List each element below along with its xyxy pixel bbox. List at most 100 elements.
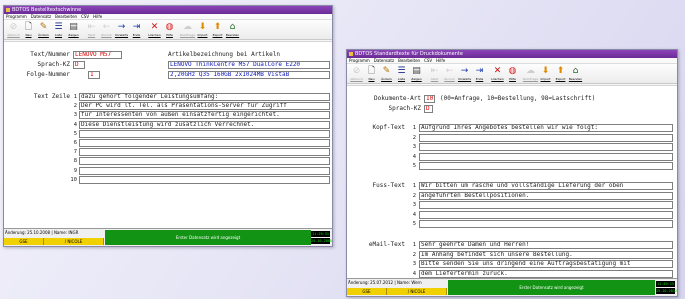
toolbar-hilfe-button[interactable]: ◍ Hilfe (505, 64, 520, 83)
text-line-input[interactable] (79, 166, 330, 175)
toolbar-zuruck-button[interactable]: ← Zurück (99, 20, 114, 39)
text-line-input[interactable]: Aufgrund Ihres Angebotes bestellen wir w… (419, 124, 673, 132)
toolbar-ruckfrage-button[interactable]: ☁ Rückfrage (523, 64, 538, 83)
toolbar-label: Rückfrage (179, 33, 196, 37)
line-number: 4 (412, 153, 416, 160)
vorwarts-icon: → (117, 22, 126, 32)
text-line-input[interactable] (419, 210, 673, 219)
menu-datensatz[interactable]: Datensatz (31, 14, 51, 19)
toolbar-loschen-button[interactable]: ✕ Löschen (490, 64, 505, 83)
text-line-input[interactable]: dem Liefertermin zurück. (419, 269, 673, 278)
text-line-input[interactable] (79, 148, 330, 157)
toolbar-vorwarts-button[interactable]: → Vorwärts (457, 64, 472, 83)
toolbar-label: Liste (397, 77, 406, 81)
email-text-label: eMail-Text (368, 241, 405, 248)
line-number: 2 (412, 192, 416, 199)
window-title: BDTOS Standardtexte für Druckdokumente (355, 51, 463, 57)
text-line-input[interactable]: dazu gehört folgender Leistungsumfang: (79, 93, 330, 101)
menu-hilfe[interactable]: Hilfe (436, 58, 445, 63)
artikel-line-2[interactable]: 2,20GHz Q35 160GB 2x1024MB VistaB (168, 71, 330, 79)
text-zeile-label: Text Zeile (33, 93, 70, 100)
window-title-bar[interactable]: BDTOS Standardtexte für Druckdokumente (347, 50, 677, 58)
line-number: 3 (412, 144, 416, 150)
text-line-input[interactable] (419, 152, 673, 161)
toolbar-andern-button[interactable]: ✎ Ändern (36, 20, 51, 39)
dokumente-art-input[interactable]: 10 (424, 95, 435, 103)
text-line-input[interactable] (79, 139, 330, 147)
text-line-input[interactable] (419, 143, 673, 151)
menu-csv[interactable]: CSV (424, 58, 432, 63)
menu-hilfe[interactable]: Hilfe (93, 14, 102, 19)
toolbar-loschen-button[interactable]: ✕ Löschen (147, 20, 162, 39)
toolbar-zuruck-button[interactable]: ← Zurück (442, 64, 457, 83)
toolbar-label: Import (540, 77, 551, 81)
menu-csv[interactable]: CSV (81, 14, 89, 19)
toolbar-ende-button[interactable]: ⇥ Ende (129, 20, 144, 39)
text-line-input[interactable]: Bitte senden Sie uns dringend eine Auftr… (419, 260, 673, 268)
toolbar-beenden-button[interactable]: ⌂ Beenden (225, 20, 240, 39)
toolbar-import-button[interactable]: ⬇ Import (195, 20, 210, 39)
line-number: 2 (73, 103, 77, 110)
text-line-input[interactable] (419, 201, 673, 209)
toolbar-beenden-button[interactable]: ⌂ Beenden (568, 64, 583, 83)
window-title-bar[interactable]: BDTOS Bestelltextschwinne (4, 6, 332, 14)
line-number: 5 (412, 221, 416, 227)
text-nummer-input[interactable]: LENOVO M57 (73, 51, 122, 59)
line-number: 1 (412, 125, 416, 131)
toolbar-label: Abbruch (7, 33, 20, 37)
toolbar-andern-button[interactable]: ✎ Ändern (379, 64, 394, 83)
text-line-input[interactable] (79, 129, 330, 138)
toolbar-export-button[interactable]: ⬆ Export (210, 20, 225, 39)
toolbar-label: Import (197, 33, 208, 37)
menu-programm[interactable]: Programm (6, 14, 27, 19)
zeigen-icon: ▤ (412, 66, 421, 76)
toolbar: ⊘ Abbruch 🗋 Neu ✎ Ändern ☰ Liste ▤ Zeigen ⇤ Start ← Z… (347, 64, 677, 84)
toolbar-neu-button[interactable]: 🗋 Neu (21, 20, 36, 39)
toolbar-label: Export (212, 33, 223, 37)
hilfe-icon: ◍ (508, 66, 517, 76)
toolbar-zeigen-button[interactable]: ▤ Zeigen (66, 20, 81, 39)
toolbar-liste-button[interactable]: ☰ Liste (51, 20, 66, 39)
line-number: 6 (73, 140, 77, 146)
text-line-input[interactable] (79, 175, 330, 184)
text-line-input[interactable]: Wir bitten um rasche und vollständige Li… (419, 182, 673, 190)
text-line-input[interactable] (419, 162, 673, 170)
toolbar-hilfe-button[interactable]: ◍ Hilfe (162, 20, 177, 39)
toolbar-abbruch-button[interactable]: ⊘ Abbruch (349, 64, 364, 83)
toolbar-ruckfrage-button[interactable]: ☁ Rückfrage (180, 20, 195, 39)
menu-programm[interactable]: Programm (349, 58, 370, 63)
toolbar-ende-button[interactable]: ⇥ Ende (472, 64, 487, 83)
artikel-line-1[interactable]: LENOVO ThinkCentre M57 DualCore E220 (168, 61, 330, 69)
text-line-input[interactable]: für Interessenten von außen einsatzferti… (79, 111, 330, 120)
toolbar-start-button[interactable]: ⇤ Start (427, 64, 442, 83)
line-number: 8 (73, 158, 77, 165)
text-line-input[interactable] (419, 220, 673, 228)
toolbar-import-button[interactable]: ⬇ Import (538, 64, 553, 83)
text-line-input[interactable]: Diese Dienstleistung wird zusätzlich Ver… (79, 120, 330, 129)
text-line-input[interactable]: Sehr geehrte Damen und Herren! (419, 241, 673, 249)
folge-nummer-input[interactable]: 1 (88, 71, 100, 79)
vorwarts-icon: → (460, 66, 469, 76)
user-box: GSE / NICOLE (347, 288, 447, 295)
toolbar-vorwarts-button[interactable]: → Vorwärts (114, 20, 129, 39)
text-line-input[interactable] (419, 133, 673, 142)
toolbar-zeigen-button[interactable]: ▤ Zeigen (409, 64, 424, 83)
fuss-text-label: Fuss-Text (372, 182, 405, 189)
toolbar-start-button[interactable]: ⇤ Start (84, 20, 99, 39)
text-line-input[interactable] (79, 157, 330, 166)
sprach-kz-input[interactable]: D (73, 61, 85, 69)
bestelltext-window: BDTOS Bestelltextschwinne Programm Datens… (3, 5, 333, 247)
toolbar-export-button[interactable]: ⬆ Export (553, 64, 568, 83)
toolbar-liste-button[interactable]: ☰ Liste (394, 64, 409, 83)
sprach-kz-input[interactable]: D (424, 105, 433, 113)
toolbar-neu-button[interactable]: 🗋 Neu (364, 64, 379, 83)
menu-bearbeiten[interactable]: Bearbeiten (55, 14, 77, 19)
text-line-input[interactable]: Im Anhang befindet sich unsere Bestellun… (419, 250, 673, 259)
text-line-input[interactable]: Der PC wird lt. Tel. als Präsentations-S… (79, 102, 330, 111)
line-number: 1 (412, 242, 416, 248)
menu-bearbeiten[interactable]: Bearbeiten (398, 58, 420, 63)
menu-datensatz[interactable]: Datensatz (374, 58, 394, 63)
toolbar-label: Löschen (491, 77, 504, 81)
text-line-input[interactable]: angeführten Bestellpositionen. (419, 191, 673, 200)
toolbar-abbruch-button[interactable]: ⊘ Abbruch (6, 20, 21, 39)
